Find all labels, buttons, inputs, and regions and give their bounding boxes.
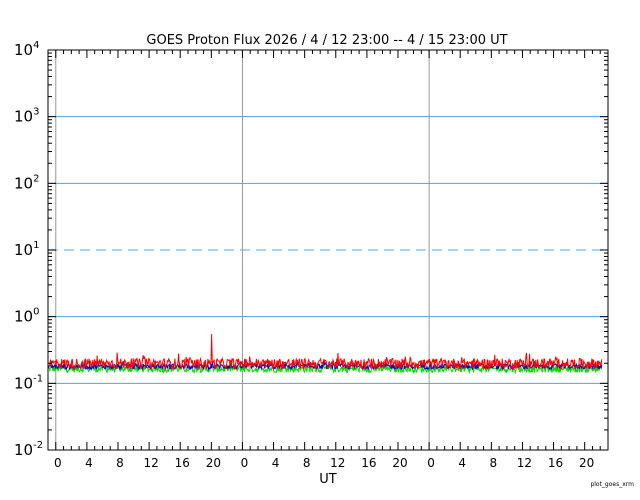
plot-credit: plot_goes_xrm [590, 481, 634, 488]
x-tick-label: 8 [490, 456, 498, 470]
x-tick-label: 20 [392, 456, 407, 470]
x-tick-label: 16 [361, 456, 376, 470]
y-tick-labels: 10-2 10-1 100 101 102 103 104 [14, 40, 43, 459]
x-tick-label: 0 [54, 456, 62, 470]
x-tick-label: 4 [272, 456, 280, 470]
y-tick-label: 102 [14, 173, 39, 192]
y-tick-label: 10-1 [14, 373, 43, 392]
x-tick-label: 20 [206, 456, 221, 470]
x-tick-label: 0 [241, 456, 249, 470]
x-tick-label: 4 [458, 456, 466, 470]
y-tick-label: 10-2 [14, 440, 43, 459]
x-tick-label: 8 [116, 456, 124, 470]
proton-flux-chart: GOES Proton Flux 2026 / 4 / 12 23:00 -- … [14, 33, 634, 488]
y-tick-label: 104 [14, 40, 39, 59]
x-tick-label: 0 [427, 456, 435, 470]
series-layer [47, 333, 603, 375]
x-axis-title: UT [319, 472, 337, 487]
grid-layer [48, 50, 608, 450]
x-tick-label: 16 [175, 456, 190, 470]
chart-title: GOES Proton Flux 2026 / 4 / 12 23:00 -- … [146, 33, 507, 48]
chart-root: GOES Proton Flux 2026 / 4 / 12 23:00 -- … [0, 0, 640, 500]
y-tick-label: 100 [14, 307, 39, 326]
x-tick-label: 8 [303, 456, 311, 470]
x-tick-label: 12 [143, 456, 158, 470]
x-tick-label: 16 [548, 456, 563, 470]
x-tick-label: 20 [579, 456, 594, 470]
x-tick-label: 12 [330, 456, 345, 470]
y-tick-label: 103 [14, 107, 39, 126]
x-tick-labels: 0 4 8 12 16 20 0 4 8 12 16 20 0 4 8 12 16 20 [54, 456, 594, 470]
x-tick-label: 4 [85, 456, 93, 470]
y-tick-label: 101 [14, 240, 39, 259]
x-tick-label: 12 [517, 456, 532, 470]
